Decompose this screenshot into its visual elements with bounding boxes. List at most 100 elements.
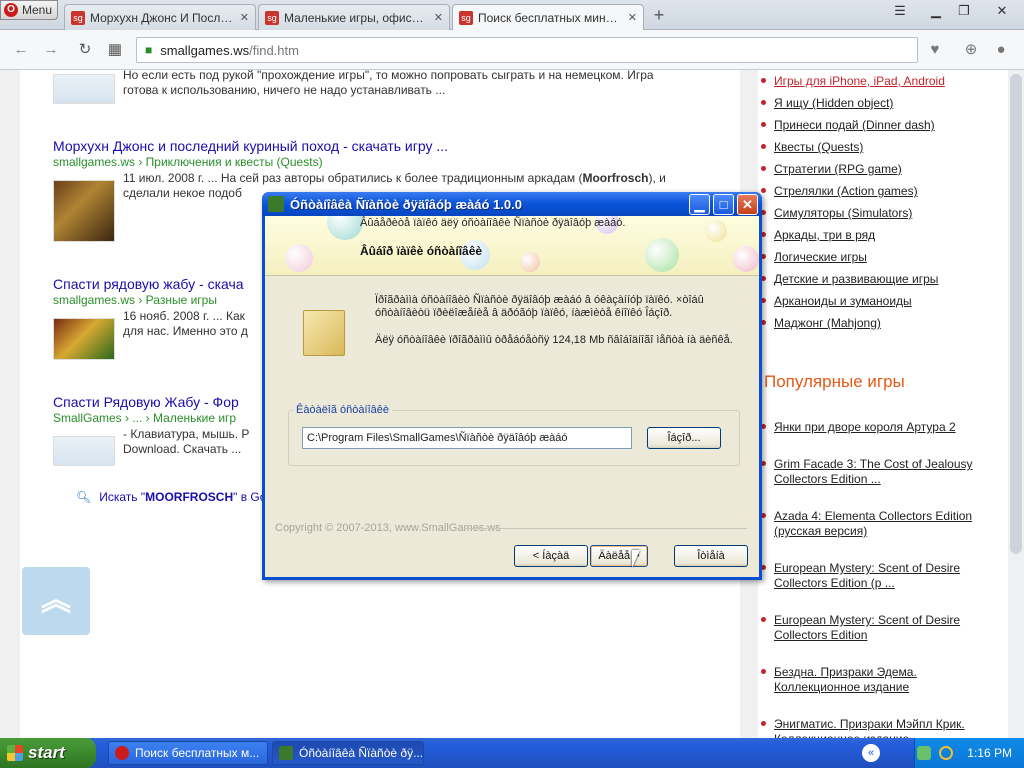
tab-1[interactable]: sg Морхухн Джонс И Последний... ✕	[64, 4, 256, 30]
network-icon[interactable]	[917, 746, 932, 760]
result-0: Но если есть под рукой "прохождение игры…	[53, 70, 733, 130]
restore-window-icon[interactable]: ❐	[952, 2, 976, 20]
result-url[interactable]: smallgames.ws › Приключения и квесты (Qu…	[53, 155, 733, 169]
browser-tab-bar: O Menu sg Морхухн Джонс И Последний... ✕…	[0, 0, 1024, 30]
mouse-cursor-icon	[632, 550, 644, 568]
popular-game-link[interactable]: Энигматис. Призраки Мэйпл Крик. Коллекци…	[761, 717, 984, 738]
opera-logo-icon: O	[4, 3, 18, 17]
category-link-mahjong[interactable]: Маджонг (Mahjong)	[761, 316, 881, 330]
secure-lock-icon: ■	[145, 43, 153, 57]
browse-button[interactable]: Îáçîð...	[647, 427, 721, 449]
favicon-icon: sg	[265, 10, 279, 25]
tab-label: Морхухн Джонс И Последний...	[90, 10, 235, 25]
right-sidebar: Игры для iPhone, iPad, Android Я ищу (Hi…	[758, 70, 1008, 738]
category-link-arkanoid[interactable]: Арканоиды и зуманоиды	[761, 294, 912, 308]
result-description: Но если есть под рукой "прохождение игры…	[123, 70, 654, 97]
installer-body: Âûáåðèòå ïàïêó äëÿ óñòàíîâêè Ñïàñòè ðÿäî…	[265, 216, 759, 577]
tab-3-active[interactable]: sg Поиск бесплатных мини игр... ✕	[452, 4, 644, 30]
dialog-minimize-button[interactable]: ▁	[689, 194, 710, 215]
back-arrow-icon[interactable]: ←	[10, 39, 32, 61]
banner-bubble	[520, 252, 540, 272]
dialog-maximize-button[interactable]: □	[713, 194, 734, 215]
result-thumbnail[interactable]	[53, 74, 115, 104]
address-path: /find.htm	[249, 42, 299, 58]
close-tab-icon[interactable]: ✕	[240, 11, 249, 24]
category-link-kids[interactable]: Детские и развивающие игры	[760, 272, 938, 286]
page-scrollbar-thumb[interactable]	[1010, 74, 1022, 554]
popular-game-link[interactable]: European Mystery: Scent of Desire Collec…	[761, 613, 984, 643]
bookmark-heart-icon[interactable]: ♥	[924, 39, 946, 61]
cancel-button[interactable]: Îòìåíà	[674, 545, 748, 567]
result-date: 11 июл. 2008 г.	[123, 171, 205, 185]
menu-label: Menu	[22, 3, 53, 17]
install-path-input[interactable]: C:\Program Files\SmallGames\Ñïàñòè ðÿäîâ…	[302, 427, 632, 449]
folder-icon	[303, 310, 345, 356]
dialog-close-button[interactable]: ✕	[737, 194, 758, 215]
downloads-icon[interactable]: ⊕	[960, 39, 982, 61]
category-link-arcade[interactable]: Аркады, три в ряд	[760, 228, 875, 242]
banner-bubble	[733, 246, 759, 272]
banner-bubble	[327, 216, 363, 240]
installer-banner-title: Âûáåðèòå ïàïêó äëÿ óñòàíîâêè Ñïàñòè ðÿäî…	[360, 217, 626, 229]
banner-bubble	[645, 238, 679, 272]
banner-bubble	[285, 244, 313, 272]
popular-game-link[interactable]: Бездна. Призраки Эдема. Коллекционное из…	[761, 665, 984, 695]
category-link-quests[interactable]: Квесты (Quests)	[760, 140, 863, 154]
popular-game-link[interactable]: European Mystery: Scent of Desire Collec…	[761, 561, 984, 591]
tab-menu-icon[interactable]: ☰	[888, 2, 912, 20]
clock[interactable]: 1:16 PM	[967, 746, 1012, 760]
category-link-dinner-dash[interactable]: Принеси подай (Dinner dash)	[761, 118, 935, 132]
scroll-to-top-button[interactable]: ︽	[22, 567, 90, 635]
popular-game-link[interactable]: Azada 4: Elementa Collectors Edition (ру…	[761, 509, 984, 539]
taskbar-item-browser[interactable]: Поиск бесплатных м...	[108, 741, 268, 765]
opera-menu-button[interactable]: O Menu	[0, 0, 58, 20]
category-link-hidden-object[interactable]: Я ищу (Hidden object)	[760, 96, 893, 110]
start-button[interactable]: start	[0, 738, 96, 768]
tab-label: Поиск бесплатных мини игр...	[478, 10, 623, 25]
search-tray-icon[interactable]	[939, 746, 954, 760]
category-link-rpg[interactable]: Стратегии (RPG game)	[761, 162, 902, 176]
close-tab-icon[interactable]: ✕	[434, 11, 443, 24]
installer-separator	[465, 528, 747, 529]
category-link-logic[interactable]: Логические игры	[761, 250, 867, 264]
popular-game-link[interactable]: Янки при дворе короля Артура 2	[761, 420, 984, 435]
tab-2[interactable]: sg Маленькие игры, офисные... ✕	[258, 4, 450, 30]
new-tab-plus-icon[interactable]: +	[650, 6, 668, 24]
popular-game-link[interactable]: Grim Facade 3: The Cost of Jealousy Coll…	[761, 457, 984, 487]
address-bar[interactable]: ■ smallgames.ws/find.htm	[136, 37, 918, 63]
search-more-prefix: Искать "	[99, 490, 146, 504]
search-icon: 🔍︎	[76, 490, 92, 504]
tray-expand-chevron-icon[interactable]: «	[862, 744, 880, 762]
desc-text: ... Как	[209, 309, 245, 323]
forward-arrow-icon[interactable]: →	[40, 39, 62, 61]
close-tab-icon[interactable]: ✕	[628, 11, 637, 24]
system-tray: 1:16 PM	[914, 738, 1024, 768]
result-thumbnail[interactable]	[53, 318, 115, 360]
installer-titlebar[interactable]: Óñòàíîâêà Ñïàñòè ðÿäîâóþ æàáó 1.0.0	[262, 192, 762, 216]
search-more-query: MOORFROSCH	[145, 490, 234, 504]
result-title-link[interactable]: Морхухн Джонс и последний куриный поход …	[53, 138, 733, 154]
back-button[interactable]: < Íàçàä	[514, 545, 588, 567]
reload-icon[interactable]: ↻	[74, 39, 96, 61]
taskbar-item-label: Поиск бесплатных м...	[135, 746, 260, 760]
close-window-icon[interactable]: ✕	[990, 2, 1014, 20]
category-link-action[interactable]: Стрелялки (Action games)	[761, 184, 918, 198]
minimize-window-icon[interactable]: ▁	[924, 2, 948, 20]
speed-dial-grid-icon[interactable]: ▦	[104, 39, 126, 61]
taskbar-item-installer[interactable]: Óñòàíîâêà Ñïàñòè ðÿ...	[272, 741, 424, 765]
category-link-simulators[interactable]: Симуляторы (Simulators)	[760, 206, 912, 220]
account-icon[interactable]: ●	[990, 39, 1012, 61]
install-dir-group-label: Êàòàëîã óñòàíîâêè	[293, 404, 392, 416]
windows-flag-icon	[7, 745, 23, 761]
browser-toolbar: ← → ↻ ▦ ■ smallgames.ws/find.htm ♥ ⊕ ●	[0, 30, 1024, 70]
category-link-iphone[interactable]: Игры для iPhone, iPad, Android	[761, 74, 945, 88]
installer-title: Óñòàíîâêà Ñïàñòè ðÿäîâóþ æàáó 1.0.0	[290, 196, 522, 212]
installer-icon	[279, 746, 293, 760]
search-on-google-link[interactable]: 🔍︎ Искать "MOORFROSCH" в Go	[76, 490, 266, 504]
result-thumbnail[interactable]	[53, 180, 115, 242]
taskbar-item-label: Óñòàíîâêà Ñïàñòè ðÿ...	[299, 746, 424, 760]
banner-bubble	[705, 220, 727, 242]
result-thumbnail[interactable]	[53, 436, 115, 466]
installer-banner: Âûáåðèòå ïàïêó äëÿ óñòàíîâêè Ñïàñòè ðÿäî…	[265, 216, 759, 276]
favicon-icon: sg	[71, 10, 85, 25]
